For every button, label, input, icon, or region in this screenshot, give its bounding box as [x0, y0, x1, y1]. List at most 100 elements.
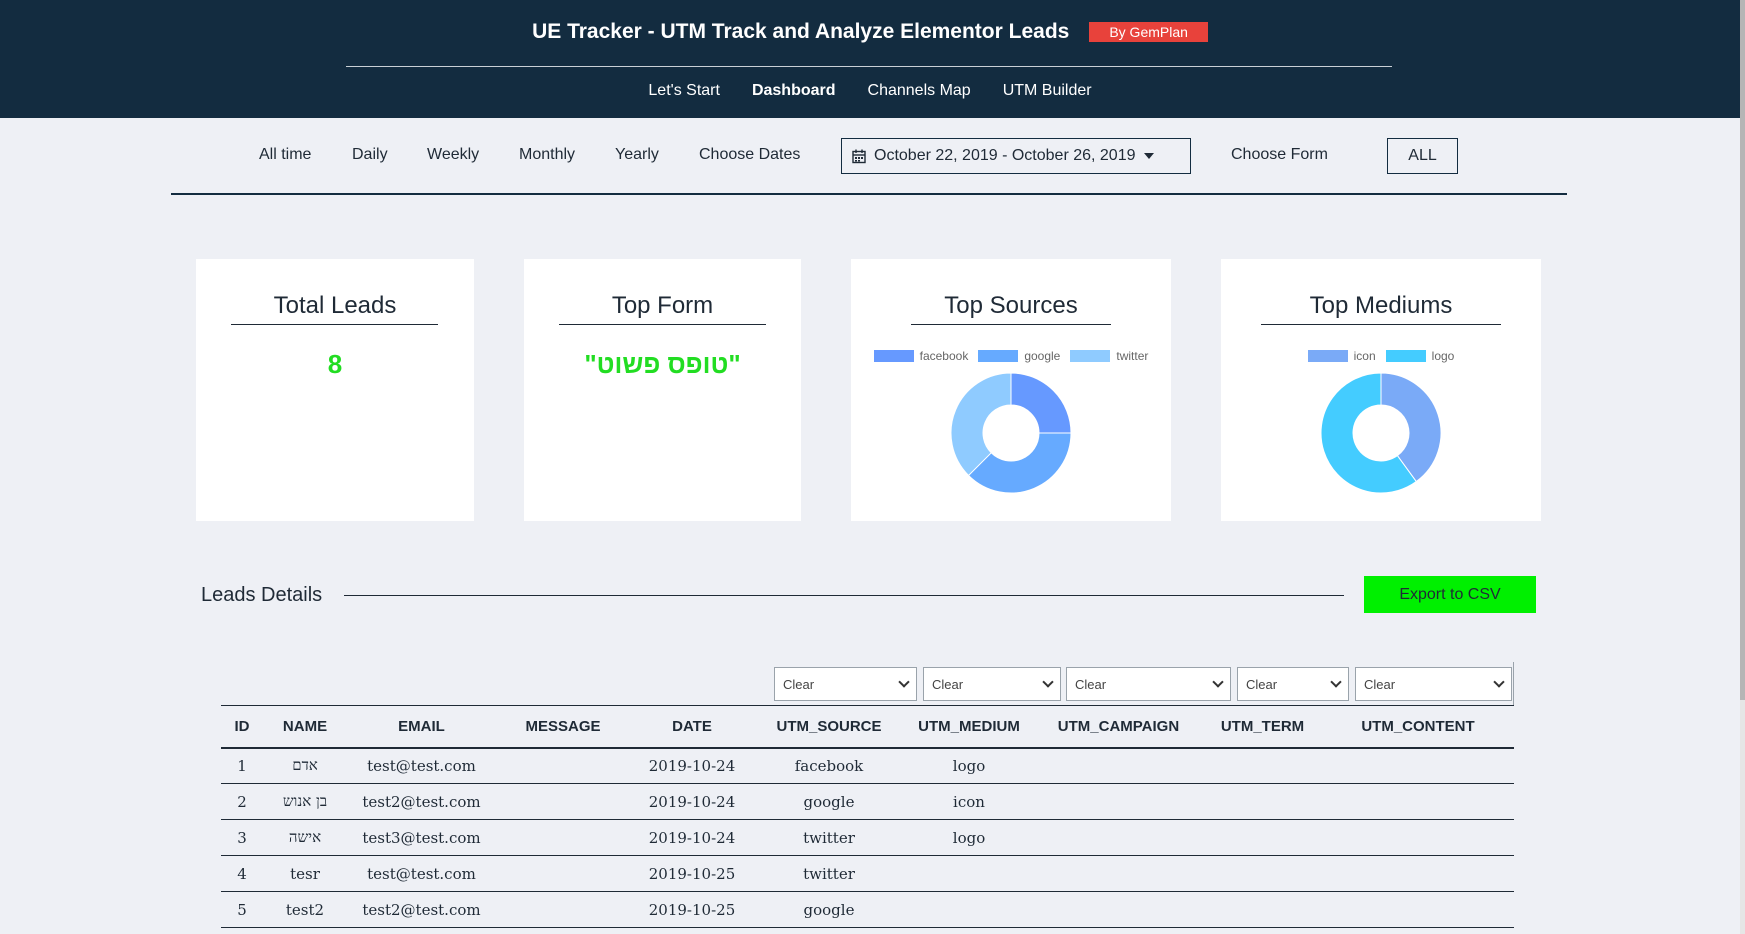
app-title: UE Tracker - UTM Track and Analyze Eleme… — [532, 20, 1070, 43]
table-row[interactable]: 3 אישה test3@test.com 2019-10-24 twitter logo — [221, 819, 1514, 856]
utm-campaign-filter-select[interactable]: Clear — [1066, 667, 1231, 701]
table-row[interactable]: 1 אדם test@test.com 2019-10-24 facebook logo — [221, 747, 1514, 784]
col-date[interactable]: DATE — [630, 705, 754, 749]
table-cell — [1034, 855, 1203, 892]
filter-weekly[interactable]: Weekly — [427, 146, 479, 164]
card-divider — [911, 324, 1111, 325]
table-cell: אדם — [263, 747, 347, 784]
choose-form-label: Choose Form — [1231, 146, 1328, 163]
filter-choose-dates[interactable]: Choose Dates — [699, 146, 800, 164]
total-leads-card: Total Leads 8 — [196, 259, 474, 521]
utm-content-filter-select[interactable]: Clear — [1355, 667, 1512, 701]
utm-term-filter-select[interactable]: Clear — [1237, 667, 1349, 701]
legend-swatch — [978, 350, 1019, 362]
card-divider — [1261, 324, 1501, 325]
table-cell — [1034, 891, 1203, 928]
filter-all-time[interactable]: All time — [259, 146, 311, 164]
table-cell: בן אנוש — [263, 783, 347, 820]
table-cell: 2019-10-24 — [630, 747, 754, 784]
filter-divider — [171, 193, 1567, 195]
table-cell: test@test.com — [347, 855, 496, 892]
nav-channels-map[interactable]: Channels Map — [868, 82, 971, 100]
table-cell — [1203, 747, 1322, 784]
card-title: Top Mediums — [1309, 292, 1453, 319]
table-cell — [904, 891, 1034, 928]
leads-details-title: Leads Details — [201, 584, 323, 606]
select-value: Clear — [783, 676, 815, 692]
table-cell — [496, 891, 630, 928]
col-utm-medium[interactable]: UTM_MEDIUM — [904, 705, 1034, 749]
legend-item-facebook[interactable]: facebook — [873, 349, 968, 363]
table-cell: twitter — [754, 819, 904, 856]
sources-donut-chart — [950, 372, 1072, 494]
table-cell: 1 — [221, 747, 263, 784]
leads-details-divider — [344, 595, 1344, 596]
col-email[interactable]: EMAIL — [347, 705, 496, 749]
col-utm-campaign[interactable]: UTM_CAMPAIGN — [1034, 705, 1203, 749]
col-id[interactable]: ID — [221, 705, 263, 749]
table-cell: 2019-10-25 — [630, 891, 754, 928]
table-row[interactable]: 2 בן אנוש test2@test.com 2019-10-24 google ic… — [221, 783, 1514, 820]
table-cell: test2@test.com — [347, 891, 496, 928]
scrollbar-thumb[interactable] — [1740, 0, 1745, 700]
nav-utm-builder[interactable]: UTM Builder — [1003, 82, 1092, 100]
select-value: Clear — [1246, 676, 1278, 692]
mediums-donut-chart — [1320, 372, 1442, 494]
table-cell: 5 — [221, 891, 263, 928]
table-cell: 2019-10-24 — [630, 783, 754, 820]
nav-dashboard[interactable]: Dashboard — [752, 82, 836, 100]
table-cell: 4 — [221, 855, 263, 892]
table-cell — [496, 747, 630, 784]
legend-swatch — [1385, 350, 1426, 362]
col-message[interactable]: MESSAGE — [496, 705, 630, 749]
date-range-picker[interactable]: October 22, 2019 - October 26, 2019 — [841, 138, 1191, 174]
select-value: Clear — [1075, 676, 1107, 692]
col-name[interactable]: NAME — [263, 705, 347, 749]
filter-yearly[interactable]: Yearly — [615, 146, 659, 164]
col-utm-term[interactable]: UTM_TERM — [1203, 705, 1322, 749]
form-select[interactable]: ALL — [1387, 138, 1458, 174]
table-cell — [496, 819, 630, 856]
top-sources-card: Top Sources facebook google twitter — [851, 259, 1171, 521]
table-cell — [1034, 747, 1203, 784]
card-title: Top Form — [611, 292, 714, 319]
table-row[interactable]: 4 tesr test@test.com 2019-10-25 twitter — [221, 855, 1514, 892]
table-cell: google — [754, 783, 904, 820]
utm-medium-filter-select[interactable]: Clear — [923, 667, 1061, 701]
filter-monthly[interactable]: Monthly — [519, 146, 575, 164]
col-utm-content[interactable]: UTM_CONTENT — [1322, 705, 1514, 749]
table-cell — [1322, 891, 1514, 928]
chevron-down-icon — [1212, 676, 1224, 688]
legend-item-logo[interactable]: logo — [1385, 349, 1454, 363]
period-filter-bar: All time Daily Weekly Monthly Yearly Cho… — [0, 138, 1740, 174]
table-cell — [904, 855, 1034, 892]
legend-item-google[interactable]: google — [978, 349, 1060, 363]
legend-item-twitter[interactable]: twitter — [1070, 349, 1148, 363]
select-value: Clear — [932, 676, 964, 692]
table-cell: 3 — [221, 819, 263, 856]
table-cell: google — [754, 891, 904, 928]
table-cell: 2019-10-25 — [630, 855, 754, 892]
table-row[interactable]: 5 test2 test2@test.com 2019-10-25 google — [221, 891, 1514, 928]
top-form-card: Top Form "טופס פשוט" — [524, 259, 801, 521]
select-value: Clear — [1364, 676, 1396, 692]
table-cell: אישה — [263, 819, 347, 856]
col-utm-source[interactable]: UTM_SOURCE — [754, 705, 904, 749]
sources-legend: facebook google twitter — [851, 349, 1171, 363]
by-gemplan-badge[interactable]: By GemPlan — [1089, 22, 1208, 42]
chevron-down-icon — [1042, 676, 1054, 688]
utm-source-filter-select[interactable]: Clear — [774, 667, 917, 701]
page-scrollbar[interactable] — [1740, 0, 1745, 934]
donut-slice-facebook[interactable] — [1010, 372, 1072, 434]
nav-lets-start[interactable]: Let's Start — [648, 82, 720, 100]
table-cell — [1203, 783, 1322, 820]
legend-item-icon[interactable]: icon — [1307, 349, 1376, 363]
table-cell — [1203, 855, 1322, 892]
table-header-row: ID NAME EMAIL MESSAGE DATE UTM_SOURCE UT… — [221, 705, 1514, 749]
export-csv-button[interactable]: Export to CSV — [1364, 576, 1536, 613]
filter-daily[interactable]: Daily — [352, 146, 388, 164]
table-edge — [1513, 662, 1514, 706]
table-cell — [1034, 783, 1203, 820]
date-range-value: October 22, 2019 - October 26, 2019 — [874, 147, 1136, 164]
main-nav: Let's Start Dashboard Channels Map UTM B… — [0, 82, 1740, 100]
